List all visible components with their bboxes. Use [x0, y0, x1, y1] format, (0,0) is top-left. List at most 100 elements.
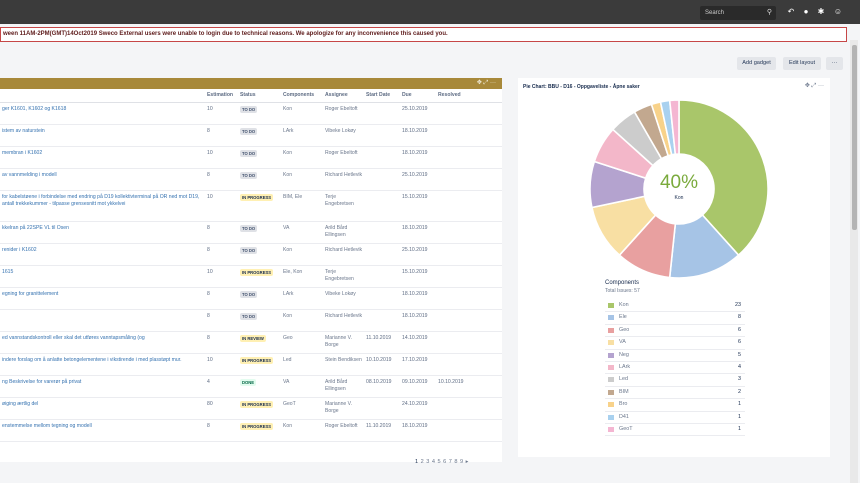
- pager-page-link[interactable]: 7: [449, 459, 452, 465]
- issue-start-date: [364, 243, 400, 266]
- legend-row[interactable]: VA 6: [605, 337, 745, 350]
- issue-components: Kon: [281, 419, 323, 442]
- pager-page-link[interactable]: 3: [426, 459, 429, 465]
- column-header-due[interactable]: Due: [400, 89, 436, 103]
- table-row[interactable]: 1615 10 IN PROGRESS Ele, Kon Terje Engebrets…: [0, 265, 502, 288]
- issue-components: Ele, Kon: [281, 265, 323, 288]
- pager-page-link[interactable]: 6: [443, 459, 446, 465]
- issue-resolved-date: [436, 221, 502, 244]
- issue-assignee[interactable]: Roger Ebeltoft: [323, 146, 364, 169]
- legend-row[interactable]: D41 1: [605, 412, 745, 424]
- gadget-controls-icon[interactable]: ✥ ⤢ ···: [477, 79, 496, 87]
- issue-assignee[interactable]: Arild Bård Ellingsen: [323, 375, 364, 398]
- issue-summary-link[interactable]: egning for granittelement: [0, 287, 205, 310]
- pager-next-button[interactable]: ▸: [466, 459, 469, 465]
- issue-summary-link[interactable]: renider i K1602: [0, 243, 205, 266]
- issue-assignee[interactable]: Vibeke Lokøy: [323, 124, 364, 147]
- issue-due-date: 15.10.2019: [400, 190, 436, 222]
- legend-row[interactable]: BIM 2: [605, 387, 745, 400]
- pager-page-link[interactable]: 5: [438, 459, 441, 465]
- legend-row[interactable]: Ele 8: [605, 312, 745, 325]
- issue-due-date: 18.10.2019: [400, 287, 436, 310]
- issue-assignee[interactable]: Terje Engebretsen: [323, 265, 364, 288]
- issue-assignee[interactable]: Stein Bendiksen: [323, 353, 364, 376]
- table-row[interactable]: membran i K1602 10 TO DO Kon Roger Ebeltoft 1…: [0, 146, 502, 169]
- table-row[interactable]: renider i K1602 8 TO DO Kon Richard Hetlevik…: [0, 243, 502, 266]
- page-scrollbar-thumb[interactable]: [852, 45, 857, 230]
- table-row[interactable]: egning for granittelement 8 TO DO LArk Vibek…: [0, 287, 502, 310]
- table-row[interactable]: indere forslag om å anlatte betongelemen…: [0, 353, 502, 376]
- pager-page-link[interactable]: 2: [421, 459, 424, 465]
- help-icon[interactable]: ●: [800, 6, 812, 18]
- column-header-start-date[interactable]: Start Date: [364, 89, 400, 103]
- search-icon[interactable]: ⚲: [767, 6, 772, 20]
- issue-resolved-date: 10.10.2019: [436, 375, 502, 398]
- column-header-summary[interactable]: [0, 89, 205, 103]
- issue-summary-link[interactable]: enstemmelse mellom tegning og modell: [0, 419, 205, 442]
- issue-summary-link[interactable]: 1615: [0, 265, 205, 288]
- column-header-status[interactable]: Status: [238, 89, 281, 103]
- table-row[interactable]: kkelran på 22SPE VL til Osen 8 TO DO VA Aril…: [0, 221, 502, 244]
- edit-layout-button[interactable]: Edit layout: [783, 57, 821, 70]
- issue-components: Kon: [281, 309, 323, 332]
- legend-row[interactable]: Kon 23: [605, 300, 745, 313]
- issue-summary-link[interactable]: istem av naturstein: [0, 124, 205, 147]
- table-row[interactable]: 8 TO DO Kon Richard Hetlevik 18.10.2019: [0, 309, 502, 332]
- table-row[interactable]: ng Beskrivelse for varerør på privat 4 DON…: [0, 375, 502, 398]
- user-avatar[interactable]: ☺: [832, 6, 844, 18]
- pager-page-link[interactable]: 9: [460, 459, 463, 465]
- search-input[interactable]: Search ⚲: [700, 6, 776, 20]
- table-row[interactable]: ed vannstandskontroll eller skal det utf…: [0, 331, 502, 354]
- table-row[interactable]: ger K1601, K1602 og K1618 10 TO DO Kon Roger…: [0, 102, 502, 125]
- column-header-components[interactable]: Components: [281, 89, 323, 103]
- table-row[interactable]: istem av naturstein 8 TO DO LArk Vibeke Lokø…: [0, 124, 502, 147]
- issue-status: IN REVIEW: [238, 331, 281, 354]
- column-header-resolved[interactable]: Resolved: [436, 89, 502, 103]
- issue-summary-link[interactable]: for kabelstøene i forbindelse med endrin…: [0, 190, 205, 222]
- status-badge: DONE: [240, 378, 257, 386]
- issue-summary-link[interactable]: ger K1601, K1602 og K1618: [0, 102, 205, 125]
- issue-assignee[interactable]: Roger Ebeltoft: [323, 102, 364, 125]
- table-row[interactable]: av vannmelding i modell 8 TO DO Kon Richard …: [0, 168, 502, 191]
- issue-summary-link[interactable]: kkelran på 22SPE VL til Osen: [0, 221, 205, 244]
- pager-page-link[interactable]: 4: [432, 459, 435, 465]
- legend-row[interactable]: Led 3: [605, 374, 745, 387]
- legend-row[interactable]: LArk 4: [605, 362, 745, 375]
- settings-icon[interactable]: ✱: [815, 6, 827, 18]
- legend-row[interactable]: Bro 1: [605, 399, 745, 412]
- issue-summary-link[interactable]: indere forslag om å anlatte betongelemen…: [0, 353, 205, 376]
- table-row[interactable]: for kabelstøene i forbindelse med endrin…: [0, 190, 502, 222]
- issue-summary-link[interactable]: ed vannstandskontroll eller skal det utf…: [0, 331, 205, 354]
- issue-assignee[interactable]: Marianne V. Borge: [323, 331, 364, 354]
- column-header-estimation[interactable]: Estimation: [205, 89, 238, 103]
- status-badge: TO DO: [240, 312, 258, 320]
- table-row[interactable]: øiging ærtlig del 80 IN PROGRESS GeoT Marian…: [0, 397, 502, 420]
- issues-gadget: ✥ ⤢ ··· Estimation Status Components Ass…: [0, 78, 502, 465]
- legend-row[interactable]: Geo 6: [605, 325, 745, 338]
- issue-resolved-date: [436, 419, 502, 442]
- issue-assignee[interactable]: Richard Hetlevik: [323, 243, 364, 266]
- add-gadget-button[interactable]: Add gadget: [737, 57, 776, 70]
- issue-assignee[interactable]: Vibeke Lokøy: [323, 287, 364, 310]
- issue-assignee[interactable]: Terje Engebretsen: [323, 190, 364, 222]
- more-actions-button[interactable]: ···: [826, 57, 843, 70]
- issue-summary-link[interactable]: [0, 309, 205, 332]
- issue-assignee[interactable]: Marianne V. Borge: [323, 397, 364, 420]
- legend-label: Kon: [619, 302, 629, 308]
- issue-summary-link[interactable]: ng Beskrivelse for varerør på privat: [0, 375, 205, 398]
- arrow-icon[interactable]: ↶: [785, 6, 797, 18]
- issue-summary-link[interactable]: øiging ærtlig del: [0, 397, 205, 420]
- issue-summary-link[interactable]: av vannmelding i modell: [0, 168, 205, 191]
- issue-assignee[interactable]: Richard Hetlevik: [323, 309, 364, 332]
- pager-page-link[interactable]: 1: [415, 459, 418, 465]
- legend-row[interactable]: Neg 5: [605, 350, 745, 362]
- issue-components: Kon: [281, 243, 323, 266]
- legend-row[interactable]: GeoT 1: [605, 424, 745, 437]
- column-header-assignee[interactable]: Assignee: [323, 89, 364, 103]
- pager-page-link[interactable]: 8: [454, 459, 457, 465]
- issue-assignee[interactable]: Arild Bård Ellingsen: [323, 221, 364, 244]
- issue-assignee[interactable]: Richard Hetlevik: [323, 168, 364, 191]
- issue-assignee[interactable]: Roger Ebeltoft: [323, 419, 364, 442]
- issue-summary-link[interactable]: membran i K1602: [0, 146, 205, 169]
- table-row[interactable]: enstemmelse mellom tegning og modell 8 IN …: [0, 419, 502, 442]
